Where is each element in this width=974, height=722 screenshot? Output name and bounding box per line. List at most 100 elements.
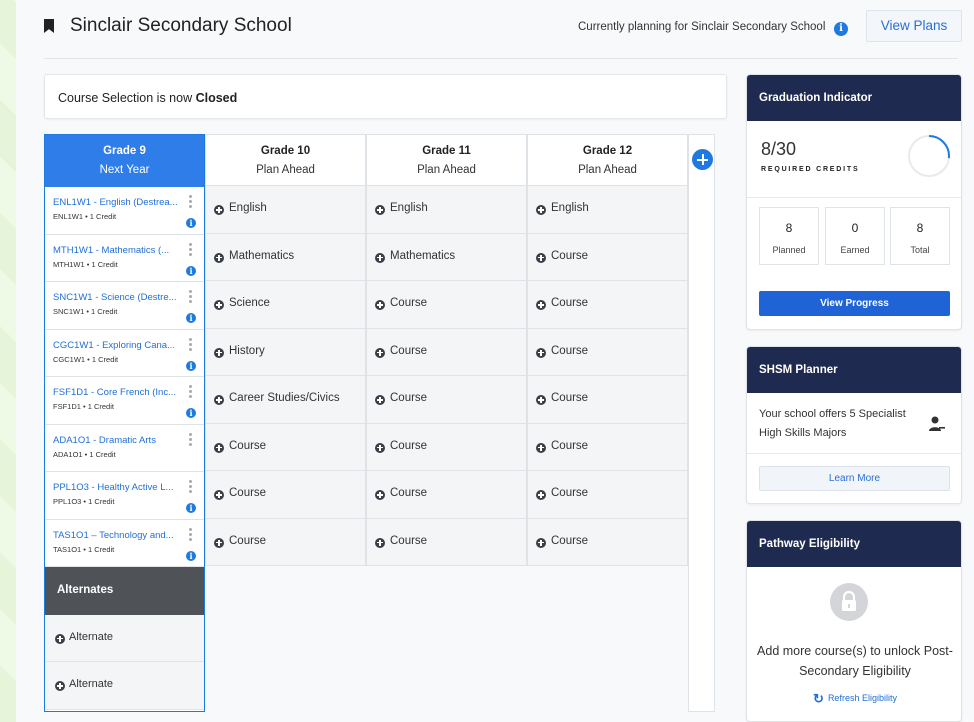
kebab-menu-icon[interactable]	[189, 385, 192, 400]
card-title: SHSM Planner	[759, 364, 838, 376]
slot-label: Course	[390, 297, 428, 309]
course-selection-notice: Course Selection is now Closed	[44, 74, 727, 119]
view-plans-button[interactable]: View Plans	[866, 10, 962, 42]
course-slot[interactable]: Course	[527, 423, 688, 471]
course-title[interactable]: TAS1O1 – Technology and...	[53, 530, 185, 541]
plus-icon	[214, 347, 224, 358]
course-title[interactable]: FSF1D1 - Core French (Inc...	[53, 387, 185, 398]
course-slot[interactable]: Course	[527, 328, 688, 376]
kebab-menu-icon[interactable]	[189, 337, 192, 353]
stat-label: Earned	[840, 245, 870, 255]
grade-sublabel: Next Year	[99, 164, 150, 176]
slot-label: English	[390, 202, 428, 214]
course-slot[interactable]: Course	[527, 471, 688, 519]
grade-9-column: Grade 9 Next Year ENL1W1 - English (Dest…	[44, 134, 205, 712]
info-icon[interactable]: i	[834, 22, 848, 36]
grade-sublabel: Plan Ahead	[256, 164, 315, 176]
planning-status: Currently planning for Sinclair Secondar…	[578, 21, 826, 33]
course-slot[interactable]: Course	[527, 233, 688, 281]
slot-label: Course	[229, 439, 267, 452]
info-icon[interactable]: i	[186, 550, 196, 561]
slot-label: Course	[551, 439, 589, 452]
course-card[interactable]: MTH1W1 - Mathematics (... MTH1W1 • 1 Cred…	[45, 234, 204, 282]
course-card[interactable]: CGC1W1 - Exploring Cana... CGC1W1 • 1 Cre…	[45, 329, 204, 377]
learn-more-button[interactable]: Learn More	[759, 466, 950, 491]
course-card[interactable]: PPL1O3 - Healthy Active L... PPL1O3 • 1 C…	[45, 472, 204, 520]
course-slot[interactable]: Course	[366, 328, 527, 376]
kebab-menu-icon[interactable]	[189, 527, 192, 543]
course-slot[interactable]: Course	[366, 423, 527, 471]
pathway-message: Add more course(s) to unlock Post-Second…	[757, 644, 953, 678]
kebab-menu-icon[interactable]	[189, 195, 192, 210]
course-slot[interactable]: Course	[366, 376, 527, 424]
alternate-slot[interactable]: Alternate	[45, 662, 204, 710]
course-slot[interactable]: Course	[366, 518, 527, 566]
slot-label: Course	[551, 297, 589, 309]
grade-9-header: Grade 9 Next Year	[45, 135, 204, 187]
info-icon[interactable]: i	[186, 360, 196, 371]
view-progress-button[interactable]: View Progress	[759, 291, 950, 316]
course-title[interactable]: MTH1W1 - Mathematics (...	[53, 245, 185, 256]
pathway-eligibility-card: Pathway Eligibility Add more course(s) t…	[746, 520, 962, 722]
course-slot[interactable]: English	[527, 186, 688, 234]
course-card[interactable]: FSF1D1 - Core French (Inc... FSF1D1 • 1 C…	[45, 377, 204, 425]
plus-icon	[214, 252, 224, 263]
course-title[interactable]: SNC1W1 - Science (Destre...	[53, 292, 185, 303]
course-card[interactable]: ADA1O1 - Dramatic Arts ADA1O1 • 1 Credit	[45, 424, 204, 472]
course-slot[interactable]: Course	[527, 281, 688, 329]
course-card[interactable]: TAS1O1 – Technology and... TAS1O1 • 1 Cre…	[45, 519, 204, 567]
course-slot[interactable]: Course	[205, 423, 366, 471]
course-slot[interactable]: History	[205, 328, 366, 376]
course-card[interactable]: ENL1W1 - English (Destrea... ENL1W1 • 1 C…	[45, 187, 204, 235]
refresh-eligibility-link[interactable]: ↻ Refresh Eligibility	[747, 691, 961, 707]
course-meta: FSF1D1 • 1 Credit	[53, 402, 114, 411]
course-slot[interactable]: Course	[205, 518, 366, 566]
stat-total: 8 Total	[890, 207, 950, 265]
info-icon[interactable]: i	[186, 265, 196, 276]
card-header: Pathway Eligibility	[747, 521, 961, 567]
info-icon[interactable]: i	[186, 313, 196, 323]
course-slot[interactable]: English	[366, 186, 527, 234]
plus-icon	[375, 300, 385, 310]
course-slot[interactable]: Science	[205, 281, 366, 329]
plus-icon	[375, 395, 385, 405]
course-slot[interactable]: Course	[527, 376, 688, 424]
course-card[interactable]: SNC1W1 - Science (Destre... SNC1W1 • 1 Cr…	[45, 282, 204, 330]
refresh-label: Refresh Eligibility	[827, 693, 897, 703]
plus-icon	[214, 537, 224, 548]
alternate-slot[interactable]: Alternate	[45, 614, 204, 662]
plus-icon	[214, 490, 224, 500]
course-title[interactable]: ADA1O1 - Dramatic Arts	[53, 435, 185, 446]
card-title: Graduation Indicator	[759, 92, 873, 104]
info-icon[interactable]: i	[186, 408, 196, 418]
course-slot[interactable]: Course	[527, 518, 688, 566]
course-slot[interactable]: Course	[205, 471, 366, 519]
course-title[interactable]: ENL1W1 - English (Destrea...	[53, 197, 185, 208]
kebab-menu-icon[interactable]	[189, 242, 192, 258]
slot-label: Course	[390, 487, 428, 499]
kebab-menu-icon[interactable]	[189, 290, 192, 305]
course-meta: TAS1O1 • 1 Credit	[53, 544, 115, 554]
course-meta: ADA1O1 • 1 Credit	[53, 449, 116, 459]
plus-icon	[536, 442, 546, 453]
slot-label: Mathematics	[229, 249, 295, 262]
plus-icon	[536, 300, 546, 310]
kebab-menu-icon[interactable]	[189, 480, 192, 495]
course-title[interactable]: PPL1O3 - Healthy Active L...	[53, 482, 185, 493]
bookmark-icon	[44, 19, 54, 33]
info-icon[interactable]: i	[186, 503, 196, 513]
info-icon[interactable]: i	[186, 218, 196, 228]
add-grade-plus-icon[interactable]	[692, 149, 713, 170]
course-slot[interactable]: English	[205, 186, 366, 234]
course-slot[interactable]: Course	[366, 471, 527, 519]
course-slot[interactable]: Mathematics	[366, 233, 527, 281]
course-slot[interactable]: Career Studies/Civics	[205, 376, 366, 424]
course-slot[interactable]: Course	[366, 281, 527, 329]
course-title[interactable]: CGC1W1 - Exploring Cana...	[53, 340, 185, 351]
course-slot[interactable]: Mathematics	[205, 233, 366, 281]
kebab-menu-icon[interactable]	[189, 432, 192, 448]
alternates-header: Alternates	[45, 567, 204, 615]
plus-icon	[375, 537, 385, 548]
stat-value: 0	[851, 221, 859, 235]
slot-label: Course	[229, 534, 267, 547]
